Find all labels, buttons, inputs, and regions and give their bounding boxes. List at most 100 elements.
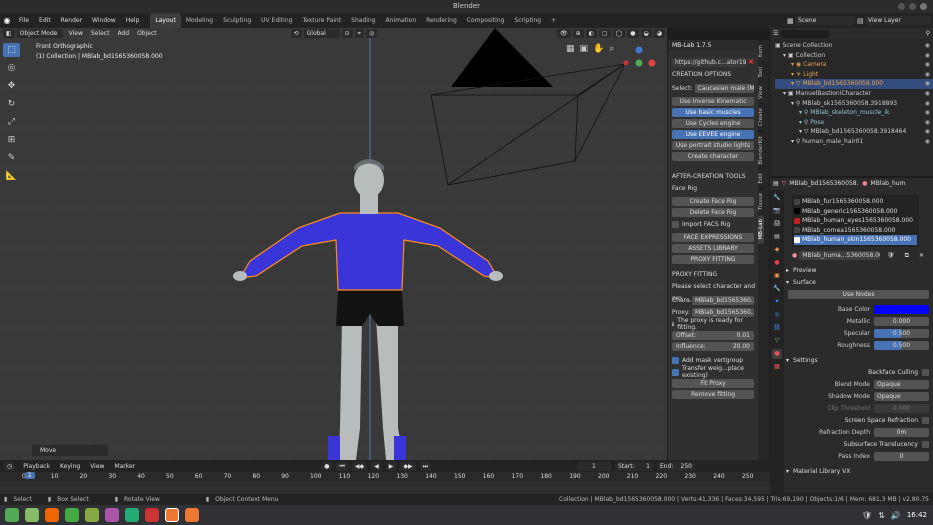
data-props-icon[interactable]: ▽ xyxy=(772,336,782,346)
fake-user-icon[interactable]: 🛡 xyxy=(884,251,898,260)
firefox-icon[interactable] xyxy=(45,508,59,522)
tab-tool[interactable]: Tool xyxy=(758,61,764,82)
influence-field[interactable]: Influence: 20.00 xyxy=(672,342,754,351)
material-name-field[interactable]: MBlab_huma...5360058.000 xyxy=(799,251,881,260)
visibility-eye-icon[interactable]: ◉ xyxy=(925,79,930,89)
surface-panel-header[interactable]: ▾ Surface xyxy=(786,276,933,288)
particles-props-icon[interactable]: ✦ xyxy=(772,297,782,307)
creation-options-header[interactable]: CREATION OPTIONS xyxy=(668,69,758,81)
start-frame-field[interactable]: Start: 1 xyxy=(614,461,653,471)
add-mask-checkbox[interactable]: Add mask vertgroup xyxy=(672,355,754,365)
volume-icon[interactable]: 🔊 xyxy=(891,511,901,520)
base-color-swatch[interactable] xyxy=(874,304,929,314)
tab-shading[interactable]: Shading xyxy=(346,13,380,28)
tab-compositing[interactable]: Compositing xyxy=(462,13,510,28)
material-browse-icon[interactable]: ● xyxy=(792,252,797,259)
terminal-icon[interactable] xyxy=(65,508,79,522)
mblab-url-field[interactable]: https://github.c...ator1978/MB-Lab xyxy=(672,57,747,67)
duplicate-material-icon[interactable]: ⧉ xyxy=(901,251,912,260)
use-portrait-lights-button[interactable]: Use portrait studio lights xyxy=(672,141,754,150)
viewport-menu-view[interactable]: View xyxy=(65,28,87,39)
mint-menu-icon[interactable] xyxy=(5,508,19,522)
face-expressions-button[interactable]: FACE EXPRESSIONS xyxy=(672,233,754,242)
material-slot-active[interactable]: MBlab_human_skin1565360058.000 xyxy=(794,235,917,245)
visibility-eye-icon[interactable]: ◉ xyxy=(925,41,930,51)
snap-icon[interactable]: ⌖ xyxy=(354,29,365,38)
material-props-icon[interactable]: ● xyxy=(772,349,782,359)
move-tool-icon[interactable]: ✥ xyxy=(3,79,20,93)
blender-taskbar-icon-active[interactable] xyxy=(165,508,179,522)
viewport-menu-object[interactable]: Object xyxy=(133,28,161,39)
object-mode-dropdown[interactable]: Object Mode xyxy=(16,29,63,38)
visibility-eye-icon[interactable]: ◉ xyxy=(925,99,930,109)
outliner-row[interactable]: ▾ ☀ Light ◉ xyxy=(775,70,933,80)
menu-help[interactable]: Help xyxy=(121,13,145,28)
modifier-props-icon[interactable]: 🔧 xyxy=(772,284,782,294)
outliner-row[interactable]: ▾ ▽ MBlab_bd1565360058.3918464 ◉ xyxy=(775,127,933,137)
view-layer-selector[interactable]: View Layer xyxy=(865,16,931,25)
tab-item[interactable]: Item xyxy=(758,40,764,62)
play-icon[interactable]: ▶ xyxy=(385,461,397,471)
annotate-tool-icon[interactable]: ✎ xyxy=(3,151,20,165)
outliner-row[interactable]: ▾ ⚲ human_male_hair01 ◉ xyxy=(775,137,933,147)
visibility-eye-icon[interactable]: ◉ xyxy=(925,51,930,61)
menu-file[interactable]: File xyxy=(14,13,34,28)
close-button[interactable] xyxy=(920,3,927,10)
outliner-search-input[interactable] xyxy=(781,29,830,38)
pivot-icon[interactable]: ⊙ xyxy=(341,29,353,38)
outliner-row[interactable]: ▾ ⚲ MBlab_skeleton_muscle_ik ◉ xyxy=(775,108,933,118)
record-icon[interactable]: ● xyxy=(321,461,333,471)
orientation-dropdown[interactable]: Global xyxy=(303,29,340,38)
delete-face-rig-button[interactable]: Delete Face Rig xyxy=(672,208,754,217)
constraints-props-icon[interactable]: ⛓ xyxy=(772,323,782,333)
pan-hand-icon[interactable]: ✋ xyxy=(593,44,604,54)
filter-icon[interactable]: ⚲ xyxy=(926,30,930,37)
settings-panel-header[interactable]: ▾ Settings xyxy=(786,354,933,366)
blend-mode-dropdown[interactable]: Opaque xyxy=(874,379,929,389)
tab-rendering[interactable]: Rendering xyxy=(421,13,462,28)
tab-modeling[interactable]: Modeling xyxy=(181,13,218,28)
last-operation-panel[interactable]: Move xyxy=(32,445,108,456)
visibility-eye-icon[interactable]: ◉ xyxy=(925,108,930,118)
viewport-menu-add[interactable]: Add xyxy=(113,28,133,39)
subsurface-translucency-checkbox[interactable]: Subsurface Translucency xyxy=(788,438,933,450)
screen-space-refraction-checkbox[interactable]: Screen Space Refraction xyxy=(788,414,933,426)
minimize-button[interactable] xyxy=(898,3,905,10)
outliner-row[interactable]: ▾ ▣ ManuelBastioniCharacter ◉ xyxy=(775,89,933,99)
timeline-editor-icon[interactable]: ◷ xyxy=(4,461,16,471)
chat-icon[interactable] xyxy=(125,508,139,522)
scene-selector[interactable]: Scene xyxy=(795,16,855,25)
visibility-eye-icon[interactable]: ◉ xyxy=(925,118,930,128)
visibility-eye-icon[interactable]: ◉ xyxy=(925,137,930,147)
use-nodes-button[interactable]: Use Nodes xyxy=(788,289,929,299)
visibility-eye-icon[interactable]: ◉ xyxy=(925,70,930,80)
timeline-menu-marker[interactable]: Marker xyxy=(110,461,139,472)
refraction-depth-field[interactable]: 0m xyxy=(874,427,929,437)
shading-render-icon[interactable]: ◕ xyxy=(653,29,665,38)
tab-edit[interactable]: Edit xyxy=(758,168,764,188)
tab-scripting[interactable]: Scripting xyxy=(509,13,546,28)
character-type-dropdown[interactable]: Caucasian male (M... xyxy=(694,83,754,93)
outliner-row[interactable]: ▣ Scene Collection ◉ xyxy=(775,41,933,51)
texture-props-icon[interactable]: ▦ xyxy=(772,362,782,372)
next-keyframe-icon[interactable]: ◆▶ xyxy=(400,461,416,471)
material-library-header[interactable]: ▾ Material Library VX xyxy=(786,465,933,477)
outliner-row[interactable]: ▾ ▽ MBlab_bd1565360058.000 ◉ xyxy=(775,79,933,89)
specular-field[interactable]: 0.500 xyxy=(874,328,929,338)
pass-index-field[interactable]: 0 xyxy=(874,451,929,461)
viewport-menu-select[interactable]: Select xyxy=(87,28,114,39)
jump-end-icon[interactable]: ⏭ xyxy=(419,461,431,471)
remove-fitting-button[interactable]: Remove fitting xyxy=(672,390,754,399)
use-inverse-kinematic-button[interactable]: Use Inverse Kinematic xyxy=(672,97,754,106)
tab-animation[interactable]: Animation xyxy=(381,13,422,28)
assets-library-button[interactable]: ASSETS LIBRARY xyxy=(672,244,754,253)
camera-view-icon[interactable]: ▣ xyxy=(580,44,589,54)
end-frame-field[interactable]: End: 250 xyxy=(656,461,695,471)
material-slot[interactable]: MBlab_fur1565360058.000 xyxy=(794,197,917,207)
tab-create[interactable]: Create xyxy=(758,103,764,131)
grid-view-icon[interactable]: ▦ xyxy=(566,44,575,54)
backface-culling-checkbox[interactable]: Backface Culling xyxy=(788,366,933,378)
gizmo-icon[interactable]: ⊕ xyxy=(572,29,584,38)
menu-edit[interactable]: Edit xyxy=(34,13,56,28)
shading-solid-icon[interactable]: ● xyxy=(627,29,639,38)
